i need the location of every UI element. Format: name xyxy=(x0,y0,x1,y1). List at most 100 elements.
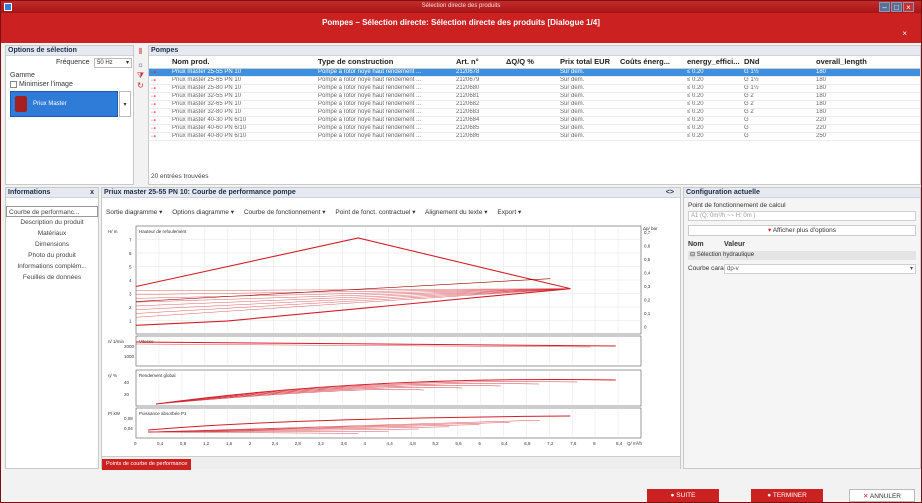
table-row[interactable]: ⇢ Priux master 32-65 PN 10 Pompe à rotor n… xyxy=(149,100,920,109)
curve-icon: ⇢ xyxy=(151,125,157,132)
close-icon[interactable]: x xyxy=(90,188,94,198)
curve-select[interactable]: dp-v ▾ xyxy=(724,264,916,274)
table-cell: Sur dem. xyxy=(558,116,618,125)
finish-button[interactable]: ● TERMINER xyxy=(751,489,823,502)
table-row[interactable]: ⇢ Priux master 25-65 PN 10 Pompe à rotor n… xyxy=(149,76,920,85)
table-row[interactable]: ⇢ Priux master 40-30 PN 6/10 Pompe à rotor… xyxy=(149,116,920,125)
menu-export[interactable]: Export ▾ xyxy=(497,209,521,216)
pump-toolbar: ⦀ ¤ ⧩ ↻ xyxy=(135,45,147,185)
table-cell: 220 xyxy=(814,116,920,125)
table-row[interactable]: ⇢ Priux master 25-80 PN 10 Pompe à rotor n… xyxy=(149,84,920,93)
menu-duty-point-label: Point de fonct. contractuel xyxy=(335,209,411,216)
table-row[interactable]: ⇢ Priux master 32-80 PN 10 Pompe à rotor n… xyxy=(149,108,920,117)
y-tick-label: 3 xyxy=(129,292,132,297)
table-cell: 2120682 xyxy=(454,100,504,109)
panel-annotation: Hauteur de refoulement xyxy=(139,229,187,234)
table-cell: Sur dem. xyxy=(558,132,618,141)
chart-menu: Sortie diagramme ▾ Options diagramme ▾ C… xyxy=(106,208,529,216)
row-icon: ⇢ xyxy=(149,108,170,117)
table-cell xyxy=(618,108,685,117)
nav-additional-info[interactable]: Informations complém... xyxy=(6,261,98,272)
menu-operating-curve[interactable]: Courbe de fonctionnement ▾ xyxy=(244,209,326,216)
table-cell: 2120684 xyxy=(454,116,504,125)
curve-icon: ⇢ xyxy=(151,133,157,140)
nav-product-description[interactable]: Description du produit xyxy=(6,217,98,228)
refresh-icon[interactable]: ↻ xyxy=(136,81,145,90)
table-row[interactable]: ⇢ Priux master 40-60 PN 6/10 Pompe à rotor… xyxy=(149,124,920,133)
menu-options[interactable]: Options diagramme ▾ xyxy=(172,209,234,216)
table-cell: G 1½ xyxy=(742,84,814,93)
product-range-dropdown[interactable]: ▾ xyxy=(119,91,131,117)
row-icon: ⇢ xyxy=(149,68,170,77)
table-cell xyxy=(504,92,558,101)
table-cell: ≤ 0.20 xyxy=(685,108,742,117)
x-tick-label: 8,4 xyxy=(616,441,623,446)
row-icon: ⇢ xyxy=(149,84,170,93)
table-row[interactable]: ⇢ Priux master 25-55 PN 10 Pompe à rotor n… xyxy=(149,68,920,77)
information-panel: Informations x Courbe de performanc... D… xyxy=(5,187,99,469)
row-icon: ⇢ xyxy=(149,76,170,85)
arrow-right-icon: ● xyxy=(670,492,675,499)
tag-icon[interactable]: ¤ xyxy=(136,61,145,70)
cancel-button[interactable]: ✕ ANNULER xyxy=(849,489,915,502)
column-header[interactable]: DNd xyxy=(742,56,814,69)
next-button[interactable]: ● SUITE xyxy=(647,489,719,502)
frequency-select[interactable]: 50 Hz ▾ xyxy=(94,58,132,68)
table-cell: ≤ 0.20 xyxy=(685,76,742,85)
column-chooser-icon[interactable]: ⦀ xyxy=(136,47,145,56)
curve-icon: ⇢ xyxy=(151,93,157,100)
table-cell: ≤ 0.20 xyxy=(685,92,742,101)
more-options-button[interactable]: ▾ Afficher plus d'options xyxy=(688,225,916,236)
menu-text-align-label: Alignement du texte xyxy=(425,209,483,216)
table-cell xyxy=(504,76,558,85)
menu-output[interactable]: Sortie diagramme ▾ xyxy=(106,209,162,216)
table-cell: Sur dem. xyxy=(558,92,618,101)
dialog-title: Pompes – Sélection directe: Sélection di… xyxy=(322,18,600,27)
dialog-close-icon[interactable]: × xyxy=(902,29,907,38)
maximize-icon[interactable]: □ xyxy=(891,2,902,12)
filter-icon[interactable]: ⧩ xyxy=(136,71,145,80)
col-value: Valeur xyxy=(724,241,746,248)
expand-icon[interactable]: <> xyxy=(666,188,674,198)
frequency-value: 50 Hz xyxy=(97,60,113,66)
hydraulic-group[interactable]: ⊟ Sélection hydraulique xyxy=(688,251,916,260)
axis-label: n/ 1/min xyxy=(108,339,125,344)
y-right-tick-label: 0,5 xyxy=(644,257,651,262)
menu-text-align[interactable]: Alignement du texte ▾ xyxy=(425,209,488,216)
column-header[interactable]: Nom prod. xyxy=(170,56,316,69)
nav-product-photo[interactable]: Photo du produit xyxy=(6,250,98,261)
table-cell: G 1½ xyxy=(742,76,814,85)
next-label: SUITE xyxy=(676,492,696,499)
close-icon[interactable]: × xyxy=(903,2,914,12)
column-header[interactable]: Art. n° xyxy=(454,56,504,69)
column-header[interactable]: overall_length xyxy=(814,56,920,69)
minimize-image-checkbox[interactable] xyxy=(10,81,17,88)
nav-materials[interactable]: Matériaux xyxy=(6,228,98,239)
minimize-icon[interactable]: – xyxy=(879,2,890,12)
table-cell xyxy=(504,108,558,117)
column-header[interactable]: ΔQ/Q % xyxy=(504,56,558,69)
nav-data-sheets[interactable]: Feuilles de données xyxy=(6,272,98,283)
x-tick-label: 0,4 xyxy=(157,441,164,446)
table-row[interactable]: ⇢ Priux master 40-80 PN 6/10 Pompe à rotor… xyxy=(149,132,920,141)
table-header-row: Nom prod. Type de construction Art. n° Δ… xyxy=(149,56,920,69)
menu-duty-point[interactable]: Point de fonct. contractuel ▾ xyxy=(335,209,415,216)
title-bar: Sélection directe des produits – □ × xyxy=(1,1,921,13)
calc-point-input[interactable]: A1 (Q: 0m³/h ~~ H: 0m ) xyxy=(688,211,916,221)
table-cell: G xyxy=(742,124,814,133)
x-tick-label: 2,4 xyxy=(272,441,279,446)
tab-performance-points[interactable]: Points de courbe de performance xyxy=(102,459,192,470)
column-header[interactable]: energy_effici... xyxy=(685,56,742,69)
nav-dimensions[interactable]: Dimensions xyxy=(6,239,98,250)
column-header[interactable]: Type de construction xyxy=(316,56,454,69)
table-cell: Pompe à rotor noyé haut rendement ... xyxy=(316,108,454,117)
column-header[interactable]: Prix total EUR xyxy=(558,56,618,69)
product-range-tile[interactable]: Priux Master xyxy=(10,91,118,117)
window-title: Sélection directe des produits xyxy=(421,3,501,9)
nav-performance-curve[interactable]: Courbe de performanc... xyxy=(6,206,98,217)
chevron-down-icon: ▾ xyxy=(125,60,129,66)
table-row[interactable]: ⇢ Priux master 32-55 PN 10 Pompe à rotor n… xyxy=(149,92,920,101)
x-tick-label: 4,8 xyxy=(409,441,416,446)
table-cell xyxy=(618,76,685,85)
column-header[interactable]: Coûts énerg... xyxy=(618,56,685,69)
